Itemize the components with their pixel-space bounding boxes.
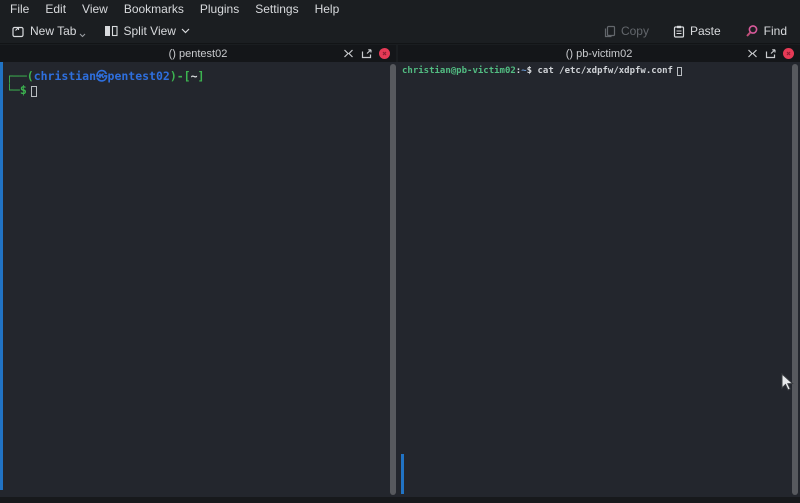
menu-view[interactable]: View xyxy=(74,0,116,19)
close-view-button[interactable] xyxy=(783,48,794,59)
close-view-button[interactable] xyxy=(379,48,390,59)
copy-button[interactable]: Copy xyxy=(596,21,656,41)
menu-help[interactable]: Help xyxy=(307,0,348,19)
copy-icon xyxy=(603,25,616,38)
left-pane-scrollbar[interactable] xyxy=(390,64,396,495)
menu-plugins[interactable]: Plugins xyxy=(192,0,247,19)
find-icon xyxy=(745,24,759,38)
find-label: Find xyxy=(764,24,787,38)
new-tab-dropdown-caret xyxy=(79,33,86,38)
copy-label: Copy xyxy=(621,24,649,38)
window-bottom-frame xyxy=(0,497,800,503)
menu-settings[interactable]: Settings xyxy=(247,0,306,19)
pane-accent-strip xyxy=(401,454,404,494)
menu-file[interactable]: File xyxy=(2,0,37,19)
new-tab-button[interactable]: New Tab xyxy=(4,21,93,41)
terminal-pane-pb-victim02[interactable]: christian@pb-victim02:~$ cat /etc/xdpfw/… xyxy=(397,62,800,497)
new-tab-icon xyxy=(11,25,25,38)
expand-view-icon[interactable] xyxy=(343,49,354,58)
right-pane-scrollbar[interactable] xyxy=(792,64,798,495)
menu-edit[interactable]: Edit xyxy=(37,0,74,19)
terminal-output-right: christian@pb-victim02:~$ cat /etc/xdpfw/… xyxy=(397,62,800,78)
split-view-button[interactable]: Split View xyxy=(97,21,196,41)
terminal-cursor xyxy=(677,67,682,76)
left-pane-titlebar[interactable]: () pentest02 xyxy=(0,45,396,62)
right-pane-title: () pb-victim02 xyxy=(566,48,633,60)
split-view-chevron-icon xyxy=(181,28,190,34)
paste-label: Paste xyxy=(690,24,721,38)
split-view-icon xyxy=(104,25,118,37)
right-pane-titlebar[interactable]: () pb-victim02 xyxy=(398,45,800,62)
menu-bar: File Edit View Bookmarks Plugins Setting… xyxy=(0,0,800,19)
toolbar: New Tab Split View xyxy=(0,19,800,44)
terminal-pane-pentest02[interactable]: ┌──(christian㉿pentest02)-[~] └─$ xyxy=(0,62,397,497)
prompt-line-1: ┌──(christian㉿pentest02)-[~] xyxy=(6,69,385,83)
prompt-line-2: └─$ xyxy=(6,83,385,97)
split-view-label: Split View xyxy=(123,24,175,38)
paste-button[interactable]: Paste xyxy=(666,21,728,41)
paste-icon xyxy=(673,25,685,38)
find-button[interactable]: Find xyxy=(738,21,794,41)
prompt-line: christian@pb-victim02:~$ cat /etc/xdpfw/… xyxy=(402,65,788,78)
detach-view-icon[interactable] xyxy=(361,49,372,59)
terminal-cursor xyxy=(31,86,37,97)
terminal-output-left: ┌──(christian㉿pentest02)-[~] └─$ xyxy=(0,62,397,97)
expand-view-icon[interactable] xyxy=(747,49,758,58)
mouse-cursor xyxy=(781,373,794,397)
new-tab-label: New Tab xyxy=(30,24,76,38)
active-pane-accent-strip xyxy=(0,62,3,490)
split-titlebars: () pentest02 () pb-victim02 xyxy=(0,45,800,62)
left-pane-title: () pentest02 xyxy=(169,48,228,60)
menu-bookmarks[interactable]: Bookmarks xyxy=(116,0,192,19)
detach-view-icon[interactable] xyxy=(765,49,776,59)
